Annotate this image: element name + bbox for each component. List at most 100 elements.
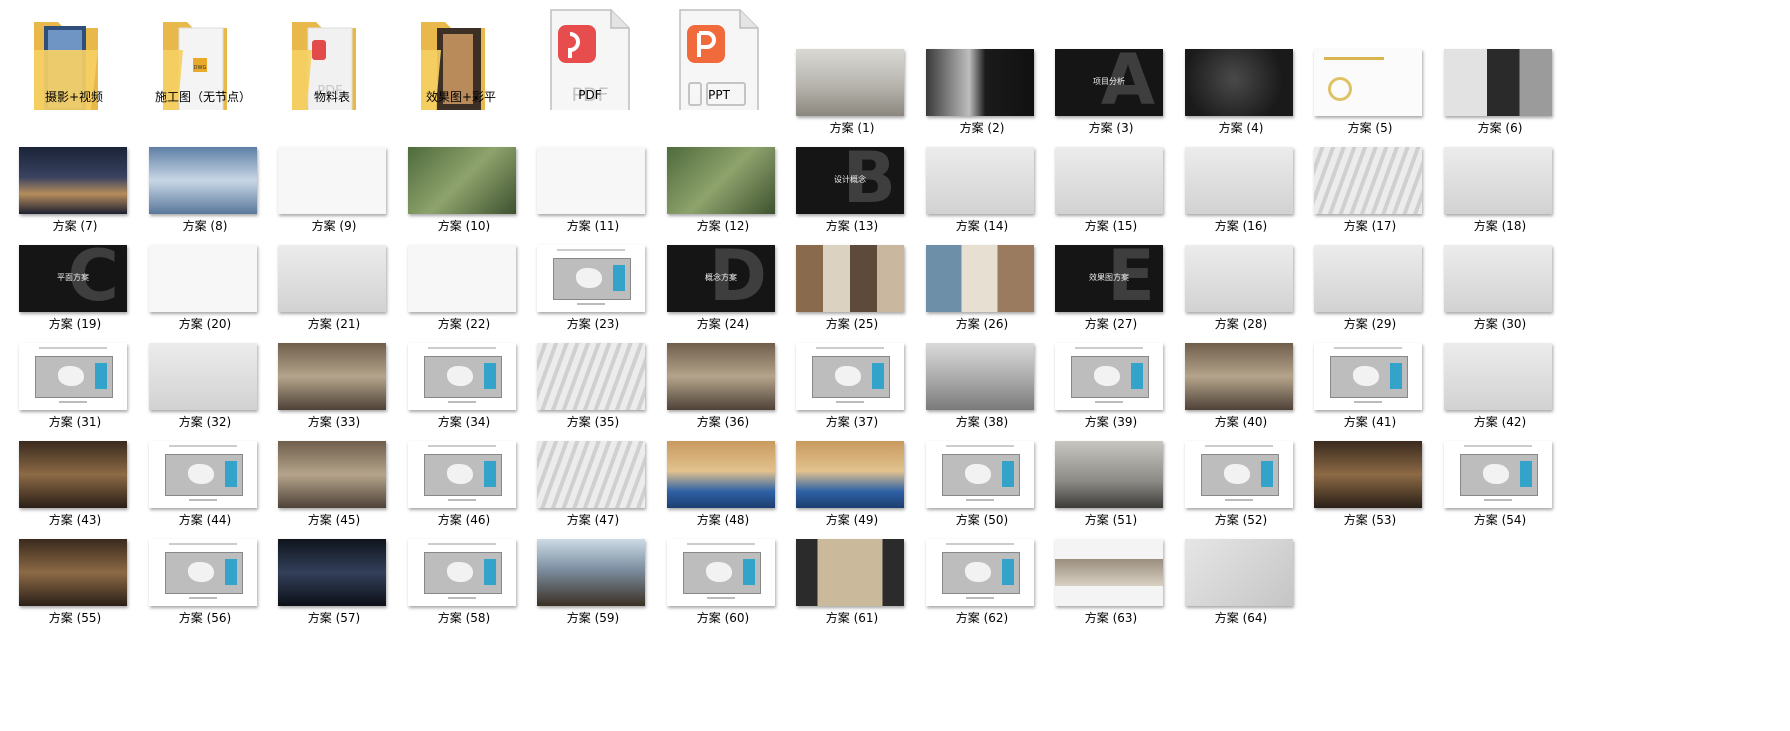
image-file-item[interactable]: 方案 (59)	[519, 521, 667, 631]
plan-caption	[169, 543, 237, 545]
image-thumbnail	[408, 147, 516, 214]
image-file-item[interactable]: 方案 (52)	[1167, 423, 1315, 533]
image-file-item[interactable]: 方案 (23)	[519, 227, 667, 337]
image-file-item[interactable]: 方案 (34)	[390, 325, 538, 435]
image-file-item[interactable]: 方案 (37)	[778, 325, 926, 435]
image-file-item[interactable]: 方案 (55)	[1, 521, 149, 631]
image-file-item[interactable]: 方案 (48)	[649, 423, 797, 533]
image-file-item[interactable]: 方案 (5)	[1296, 31, 1444, 141]
image-file-item[interactable]: 方案 (45)	[260, 423, 408, 533]
file-item[interactable]: PPT	[645, 0, 793, 110]
image-file-item[interactable]: 方案 (46)	[390, 423, 538, 533]
image-file-item[interactable]: D 概念方案 方案 (24)	[649, 227, 797, 337]
image-file-item[interactable]: 方案 (10)	[390, 129, 538, 239]
plan-drawing	[683, 552, 761, 594]
image-file-item[interactable]: C 平面方案 方案 (19)	[1, 227, 149, 337]
image-file-item[interactable]: 方案 (38)	[908, 325, 1056, 435]
section-title: 概念方案	[705, 273, 737, 282]
image-file-item[interactable]: 方案 (49)	[778, 423, 926, 533]
image-thumbnail	[926, 441, 1034, 508]
image-file-item[interactable]: 方案 (2)	[908, 31, 1056, 141]
image-file-item[interactable]: 方案 (6)	[1426, 31, 1574, 141]
image-file-item[interactable]: 方案 (62)	[908, 521, 1056, 631]
image-thumbnail	[1444, 343, 1552, 410]
image-file-item[interactable]: 方案 (40)	[1167, 325, 1315, 435]
image-file-item[interactable]: 方案 (16)	[1167, 129, 1315, 239]
image-file-item[interactable]: E 效果图方案 方案 (27)	[1037, 227, 1185, 337]
image-file-item[interactable]: 方案 (32)	[131, 325, 279, 435]
image-file-item[interactable]: 方案 (31)	[1, 325, 149, 435]
image-thumbnail	[1185, 441, 1293, 508]
image-file-item[interactable]: 方案 (18)	[1426, 129, 1574, 239]
image-file-item[interactable]: A 项目分析 方案 (3)	[1037, 31, 1185, 141]
image-thumbnail	[1314, 343, 1422, 410]
folder-item[interactable]: DWG 施工图（无节点）	[129, 0, 277, 110]
image-thumbnail	[796, 49, 904, 116]
image-file-item[interactable]: 方案 (30)	[1426, 227, 1574, 337]
item-label: 方案 (61)	[825, 611, 879, 625]
image-file-item[interactable]: 方案 (25)	[778, 227, 926, 337]
file-item[interactable]: PDF PDF	[516, 0, 664, 110]
plan-caption	[577, 303, 605, 305]
item-label: 方案 (64)	[1214, 611, 1268, 625]
image-file-item[interactable]: 方案 (21)	[260, 227, 408, 337]
image-file-item[interactable]: 方案 (41)	[1296, 325, 1444, 435]
plan-caption	[428, 445, 496, 447]
folder-item[interactable]: 效果图+彩平	[387, 0, 535, 110]
image-file-item[interactable]: 方案 (15)	[1037, 129, 1185, 239]
image-file-item[interactable]: 方案 (28)	[1167, 227, 1315, 337]
folder-item[interactable]: PDF 物料表	[258, 0, 406, 110]
image-file-item[interactable]: 方案 (39)	[1037, 325, 1185, 435]
folder-item[interactable]: 摄影+视频	[0, 0, 148, 110]
image-file-item[interactable]: 方案 (47)	[519, 423, 667, 533]
plan-drawing	[165, 454, 243, 496]
image-file-item[interactable]: 方案 (50)	[908, 423, 1056, 533]
item-label: 方案 (62)	[955, 611, 1009, 625]
plan-caption	[557, 249, 625, 251]
image-file-item[interactable]: 方案 (33)	[260, 325, 408, 435]
image-file-item[interactable]: 方案 (36)	[649, 325, 797, 435]
image-file-item[interactable]: 方案 (51)	[1037, 423, 1185, 533]
image-file-item[interactable]: 方案 (53)	[1296, 423, 1444, 533]
image-file-item[interactable]: 方案 (44)	[131, 423, 279, 533]
image-file-item[interactable]: 方案 (20)	[131, 227, 279, 337]
image-thumbnail	[1444, 49, 1552, 116]
item-label: 方案 (59)	[566, 611, 620, 625]
image-file-item[interactable]: 方案 (4)	[1167, 31, 1315, 141]
plan-caption	[189, 597, 217, 599]
image-thumbnail	[926, 539, 1034, 606]
image-file-item[interactable]: B 设计概念 方案 (13)	[778, 129, 926, 239]
image-file-item[interactable]: 方案 (61)	[778, 521, 926, 631]
image-file-item[interactable]: 方案 (9)	[260, 129, 408, 239]
image-file-item[interactable]: 方案 (12)	[649, 129, 797, 239]
image-file-item[interactable]: 方案 (42)	[1426, 325, 1574, 435]
image-file-item[interactable]: 方案 (7)	[1, 129, 149, 239]
section-title: 设计概念	[834, 175, 866, 184]
image-file-item[interactable]: 方案 (63)	[1037, 521, 1185, 631]
plan-caption	[1095, 401, 1123, 403]
image-file-item[interactable]: 方案 (29)	[1296, 227, 1444, 337]
image-file-item[interactable]: 方案 (60)	[649, 521, 797, 631]
image-file-item[interactable]: 方案 (14)	[908, 129, 1056, 239]
image-file-item[interactable]: 方案 (57)	[260, 521, 408, 631]
image-file-item[interactable]: 方案 (56)	[131, 521, 279, 631]
image-thumbnail	[796, 343, 904, 410]
image-file-item[interactable]: 方案 (22)	[390, 227, 538, 337]
image-thumbnail	[1185, 343, 1293, 410]
image-file-item[interactable]: 方案 (11)	[519, 129, 667, 239]
image-file-item[interactable]: 方案 (64)	[1167, 521, 1315, 631]
image-file-item[interactable]: 方案 (54)	[1426, 423, 1574, 533]
image-file-item[interactable]: 方案 (17)	[1296, 129, 1444, 239]
plan-caption	[189, 499, 217, 501]
item-label: 方案 (55)	[48, 611, 102, 625]
section-title: 项目分析	[1093, 77, 1125, 86]
image-file-item[interactable]: 方案 (35)	[519, 325, 667, 435]
plan-drawing	[424, 552, 502, 594]
file-grid: 摄影+视频 DWG 施工图（无节点） PDF 物料表 效果图+彩平 PDF PD…	[0, 0, 1790, 731]
image-file-item[interactable]: 方案 (58)	[390, 521, 538, 631]
image-file-item[interactable]: 方案 (8)	[131, 129, 279, 239]
image-file-item[interactable]: 方案 (26)	[908, 227, 1056, 337]
image-file-item[interactable]: 方案 (43)	[1, 423, 149, 533]
plan-drawing	[1201, 454, 1279, 496]
image-file-item[interactable]: 方案 (1)	[778, 31, 926, 141]
